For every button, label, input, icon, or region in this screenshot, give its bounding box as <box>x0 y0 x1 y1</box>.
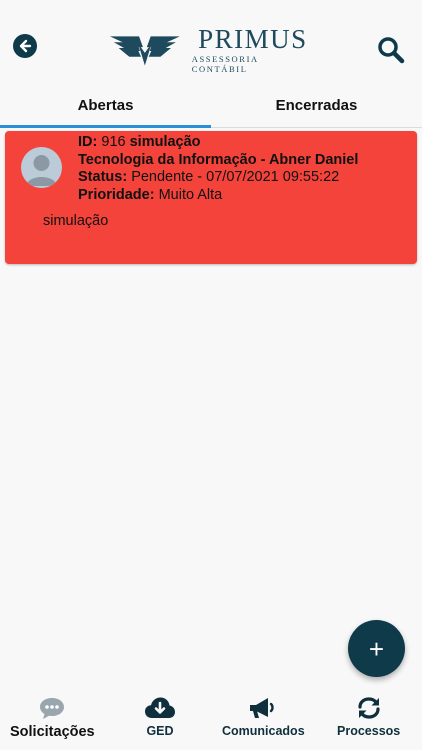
tab-bar: Abertas Encerradas <box>0 84 422 128</box>
wings-logo-icon <box>109 36 180 66</box>
app-header: PRIMUS ASSESSORIA CONTÁBIL <box>0 0 422 82</box>
nav-label-comunicados: Comunicados <box>222 724 305 738</box>
card-id-label: ID: <box>78 134 98 150</box>
arrow-left-icon <box>19 39 32 53</box>
card-status-value: Pendente - 07/07/2021 09:55:22 <box>131 169 340 185</box>
cloud-download-icon <box>145 697 175 718</box>
card-info: ID: 916 simulação Tecnologia da Informaç… <box>78 134 358 204</box>
nav-label-processos: Processos <box>337 724 401 738</box>
card-priority-line: Prioridade: Muito Alta <box>78 187 358 205</box>
search-button[interactable] <box>377 36 405 64</box>
nav-item-processos[interactable]: Processos <box>337 696 400 738</box>
card-id-line: ID: 916 simulação <box>78 134 358 152</box>
search-icon <box>378 37 405 64</box>
avatar <box>21 147 62 188</box>
bottom-nav: Solicitações GED Comunicados Processos <box>0 696 422 750</box>
card-priority-label: Prioridade: <box>78 186 155 203</box>
chat-icon <box>40 698 65 719</box>
brand-logo: PRIMUS ASSESSORIA CONTÁBIL <box>108 26 314 74</box>
tab-abertas[interactable]: Abertas <box>0 84 211 128</box>
card-id-value: 916 <box>101 134 126 150</box>
tab-encerradas[interactable]: Encerradas <box>211 84 422 127</box>
nav-item-solicitacoes[interactable]: Solicitações <box>10 696 95 740</box>
card-description: simulação <box>43 213 109 229</box>
user-placeholder-icon <box>26 155 57 186</box>
card-status-label: Status: <box>78 169 128 185</box>
nav-item-ged[interactable]: GED <box>144 696 176 738</box>
card-title: simulação <box>129 134 201 150</box>
card-status-line: Status: Pendente - 07/07/2021 09:55:22 <box>78 169 358 187</box>
brand-name: PRIMUS <box>198 24 308 54</box>
plus-icon: + <box>368 633 385 664</box>
nav-item-comunicados[interactable]: Comunicados <box>222 696 305 738</box>
nav-label-solicitacoes: Solicitações <box>10 724 95 740</box>
megaphone-icon <box>250 698 275 718</box>
back-button[interactable] <box>13 34 37 58</box>
nav-label-ged: GED <box>146 724 174 738</box>
card-department: Tecnologia da Informação - Abner Daniel <box>78 151 359 168</box>
card-department-line: Tecnologia da Informação - Abner Daniel <box>78 152 358 170</box>
sync-icon <box>358 697 380 719</box>
add-request-button[interactable]: + <box>348 620 405 677</box>
brand-subtitle: ASSESSORIA CONTÁBIL <box>191 54 259 74</box>
card-priority-value: Muito Alta <box>158 186 223 203</box>
request-card[interactable]: ID: 916 simulação Tecnologia da Informaç… <box>5 131 417 264</box>
